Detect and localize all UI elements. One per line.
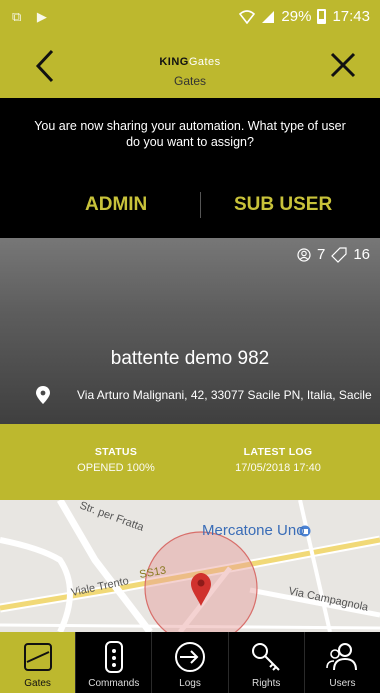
notification-icons: ⧉ ▶	[12, 9, 53, 24]
map-canvas[interactable]: Str. per Fratta Mercatone Uno SS13 Viale…	[0, 500, 380, 632]
battery-icon	[317, 9, 327, 24]
gates-icon	[23, 643, 52, 671]
sub-user-button[interactable]: SUB USER	[234, 194, 332, 216]
tab-gates[interactable]: Gates	[0, 632, 77, 693]
status-bar: ⧉ ▶ 29% 17:43	[0, 0, 380, 34]
latest-log-column: LATEST LOG 17/05/2018 17:40	[178, 446, 378, 474]
tab-label: Logs	[179, 678, 201, 689]
brand-bold: KING	[159, 56, 189, 68]
signal-icon	[262, 10, 275, 23]
top-bar: KINGGates Gates	[0, 34, 380, 98]
users-icon	[326, 643, 358, 671]
tab-commands[interactable]: Commands	[76, 632, 153, 693]
latest-log-value: 17/05/2018 17:40	[235, 462, 321, 474]
tab-users[interactable]: Users	[305, 632, 380, 693]
map-label-mercatone: Mercatone Uno	[202, 522, 305, 539]
location-pin-icon	[36, 386, 50, 404]
tab-rights[interactable]: Rights	[229, 632, 305, 693]
status-right: 29% 17:43	[239, 8, 370, 25]
status-row: STATUS OPENED 100% LATEST LOG 17/05/2018…	[0, 424, 380, 500]
admin-button[interactable]: ADMIN	[85, 194, 147, 216]
battery-percent: 29%	[281, 8, 312, 25]
remote-icon	[104, 641, 123, 673]
key-icon	[252, 643, 280, 671]
wifi-icon	[239, 9, 256, 24]
page-title: Gates	[173, 74, 206, 88]
users-count: 7	[316, 246, 326, 263]
tag-icon	[331, 246, 347, 263]
device-info: 7 16 battente demo 982 Via Arturo Malign…	[0, 238, 380, 424]
keys-count: 16	[353, 246, 370, 263]
map-view[interactable]: Str. per Fratta Mercatone Uno SS13 Viale…	[0, 500, 380, 632]
logs-icon	[175, 642, 205, 672]
share-panel: You are now sharing your automation. Wha…	[0, 98, 380, 238]
tab-label: Gates	[24, 678, 51, 689]
tab-label: Rights	[252, 678, 281, 689]
latest-log-label: LATEST LOG	[243, 446, 313, 458]
device-name: battente demo 982	[110, 348, 270, 369]
clock: 17:43	[332, 8, 370, 25]
brand-thin: Gates	[188, 56, 221, 68]
user-count-icon	[297, 247, 311, 262]
close-icon[interactable]	[330, 52, 356, 78]
counters: 7 16	[297, 246, 370, 263]
device-address: Via Arturo Malignani, 42, 33077 Sacile P…	[77, 388, 372, 402]
share-divider	[200, 192, 201, 218]
tab-label: Commands	[88, 678, 140, 689]
brand-logo: KINGGates	[0, 56, 380, 68]
share-message: You are now sharing your automation. Wha…	[34, 119, 346, 149]
bottom-nav: Gates Commands Logs Rights Users	[0, 632, 380, 693]
tab-label: Users	[329, 678, 356, 689]
tab-logs[interactable]: Logs	[152, 632, 229, 693]
